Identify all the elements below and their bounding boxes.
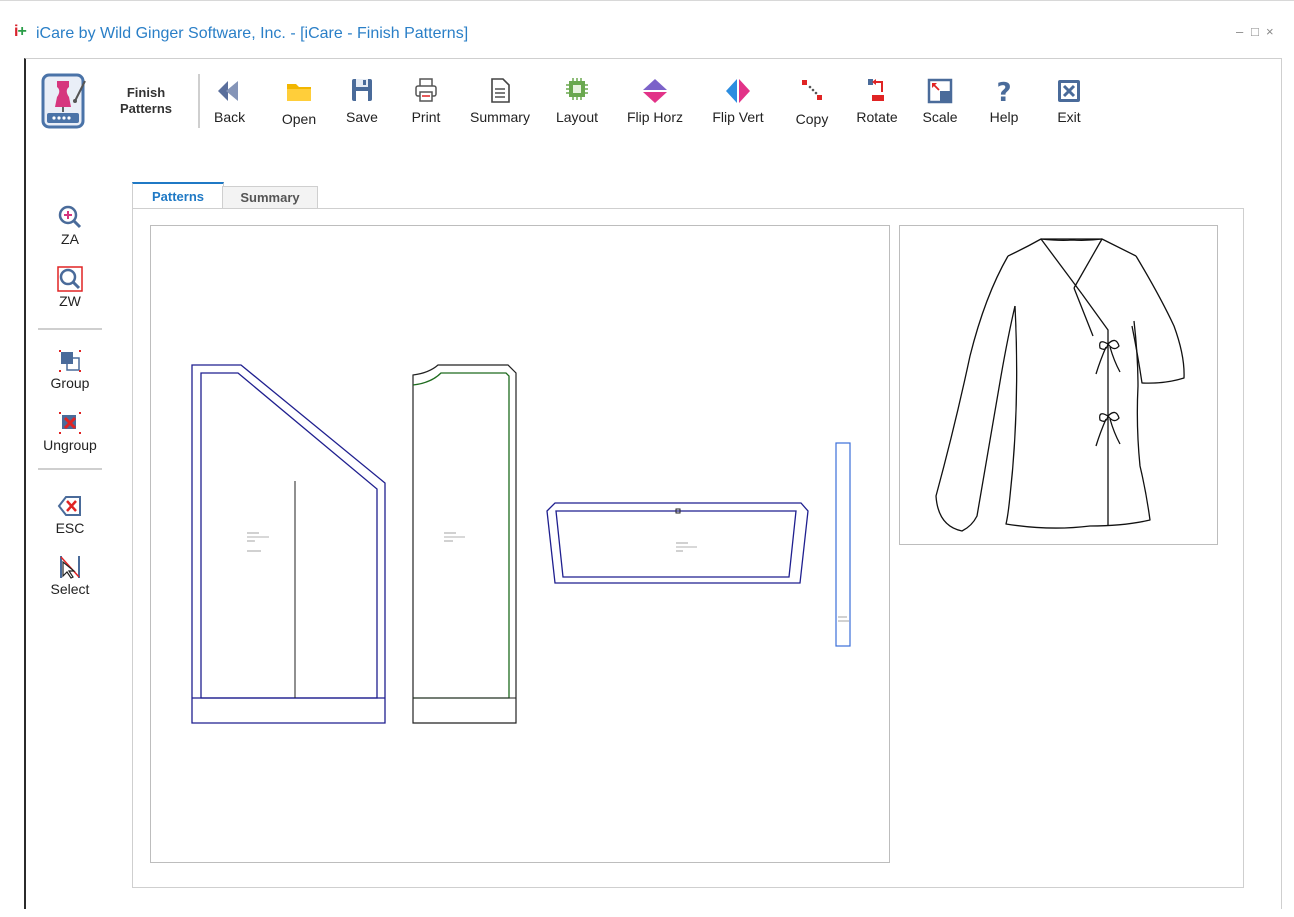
wrap-jacket-sketch [935,238,1185,532]
copy-dots-icon [792,76,832,106]
summary-button[interactable]: Summary [466,76,534,125]
flip-horz-button[interactable]: Flip Horz [620,76,690,125]
flip-horz-label: Flip Horz [626,109,683,125]
flip-vert-label: Flip Vert [712,109,764,125]
sleeve-pattern-piece[interactable] [546,502,809,584]
question-mark-icon: ? [986,76,1022,106]
group-button[interactable]: Group [38,348,102,391]
summary-label: Summary [470,109,530,125]
exit-x-icon [1052,76,1086,106]
rotate-button[interactable]: Rotate [852,76,902,125]
floppy-disk-icon [344,76,380,106]
svg-text:?: ? [996,78,1011,106]
print-label: Print [411,109,441,125]
title-bar: i+ iCare by Wild Ginger Software, Inc. -… [0,14,1294,54]
tie-pattern-piece[interactable] [835,442,851,647]
document-icon [466,76,534,106]
ungroup-button[interactable]: Ungroup [38,410,102,453]
folder-icon [280,76,318,106]
palette-separator [38,468,102,470]
save-label: Save [346,109,378,125]
flip-vert-button[interactable]: Flip Vert [704,76,772,125]
printer-icon [408,76,444,106]
layout-button[interactable]: Layout [550,76,604,125]
select-button[interactable]: Select [38,554,102,597]
select-label: Select [50,581,90,597]
zw-label: ZW [59,293,81,309]
flip-horizontal-icon [620,76,690,106]
open-label: Open [281,111,317,127]
za-label: ZA [61,231,79,247]
pattern-canvas[interactable] [150,225,890,863]
ungroup-icon [38,410,102,436]
app-logo-icon: i+ [14,23,27,40]
zoom-all-icon [38,204,102,230]
rotate-icon [852,76,902,106]
toolbar-separator [198,74,200,128]
rotate-label: Rotate [856,109,898,125]
back-arrow-icon [214,76,244,106]
esc-button[interactable]: ESC [38,493,102,536]
open-button[interactable]: Open [280,76,318,127]
garment-preview [899,225,1218,545]
dress-form-mode-icon [41,73,99,129]
copy-button[interactable]: Copy [792,76,832,127]
group-label: Group [50,375,90,391]
zoom-all-button[interactable]: ZA [38,204,102,247]
save-button[interactable]: Save [344,76,380,125]
front-pattern-piece[interactable] [191,364,386,724]
minimize-button[interactable]: – [1236,24,1243,39]
back-label: Back [214,109,246,125]
close-button[interactable]: × [1266,24,1274,39]
exit-button[interactable]: Exit [1052,76,1086,125]
esc-label: ESC [55,520,85,536]
tab-patterns[interactable]: Patterns [132,182,224,208]
help-button[interactable]: ? Help [986,76,1022,125]
copy-label: Copy [795,111,829,127]
exit-label: Exit [1057,109,1081,125]
back-button[interactable]: Back [214,76,246,125]
scale-icon [918,76,962,106]
zoom-window-icon [38,266,102,292]
flip-vertical-icon [704,76,772,106]
scale-button[interactable]: Scale [918,76,962,125]
window-top-border [0,0,1294,1]
window-title: iCare by Wild Ginger Software, Inc. - [i… [36,25,469,42]
help-label: Help [989,109,1019,125]
back-pattern-piece[interactable] [412,364,517,724]
layout-chip-icon [550,76,604,106]
escape-icon [38,493,102,519]
palette-separator [38,328,102,330]
maximize-button[interactable]: □ [1251,24,1259,39]
layout-label: Layout [555,109,599,125]
mode-label: Finish Patterns [119,85,173,116]
ungroup-label: Ungroup [43,437,97,453]
select-cursor-icon [38,554,102,580]
tab-summary[interactable]: Summary [222,186,318,208]
print-button[interactable]: Print [408,76,444,125]
group-icon [38,348,102,374]
scale-label: Scale [922,109,958,125]
zoom-window-button[interactable]: ZW [38,266,102,309]
